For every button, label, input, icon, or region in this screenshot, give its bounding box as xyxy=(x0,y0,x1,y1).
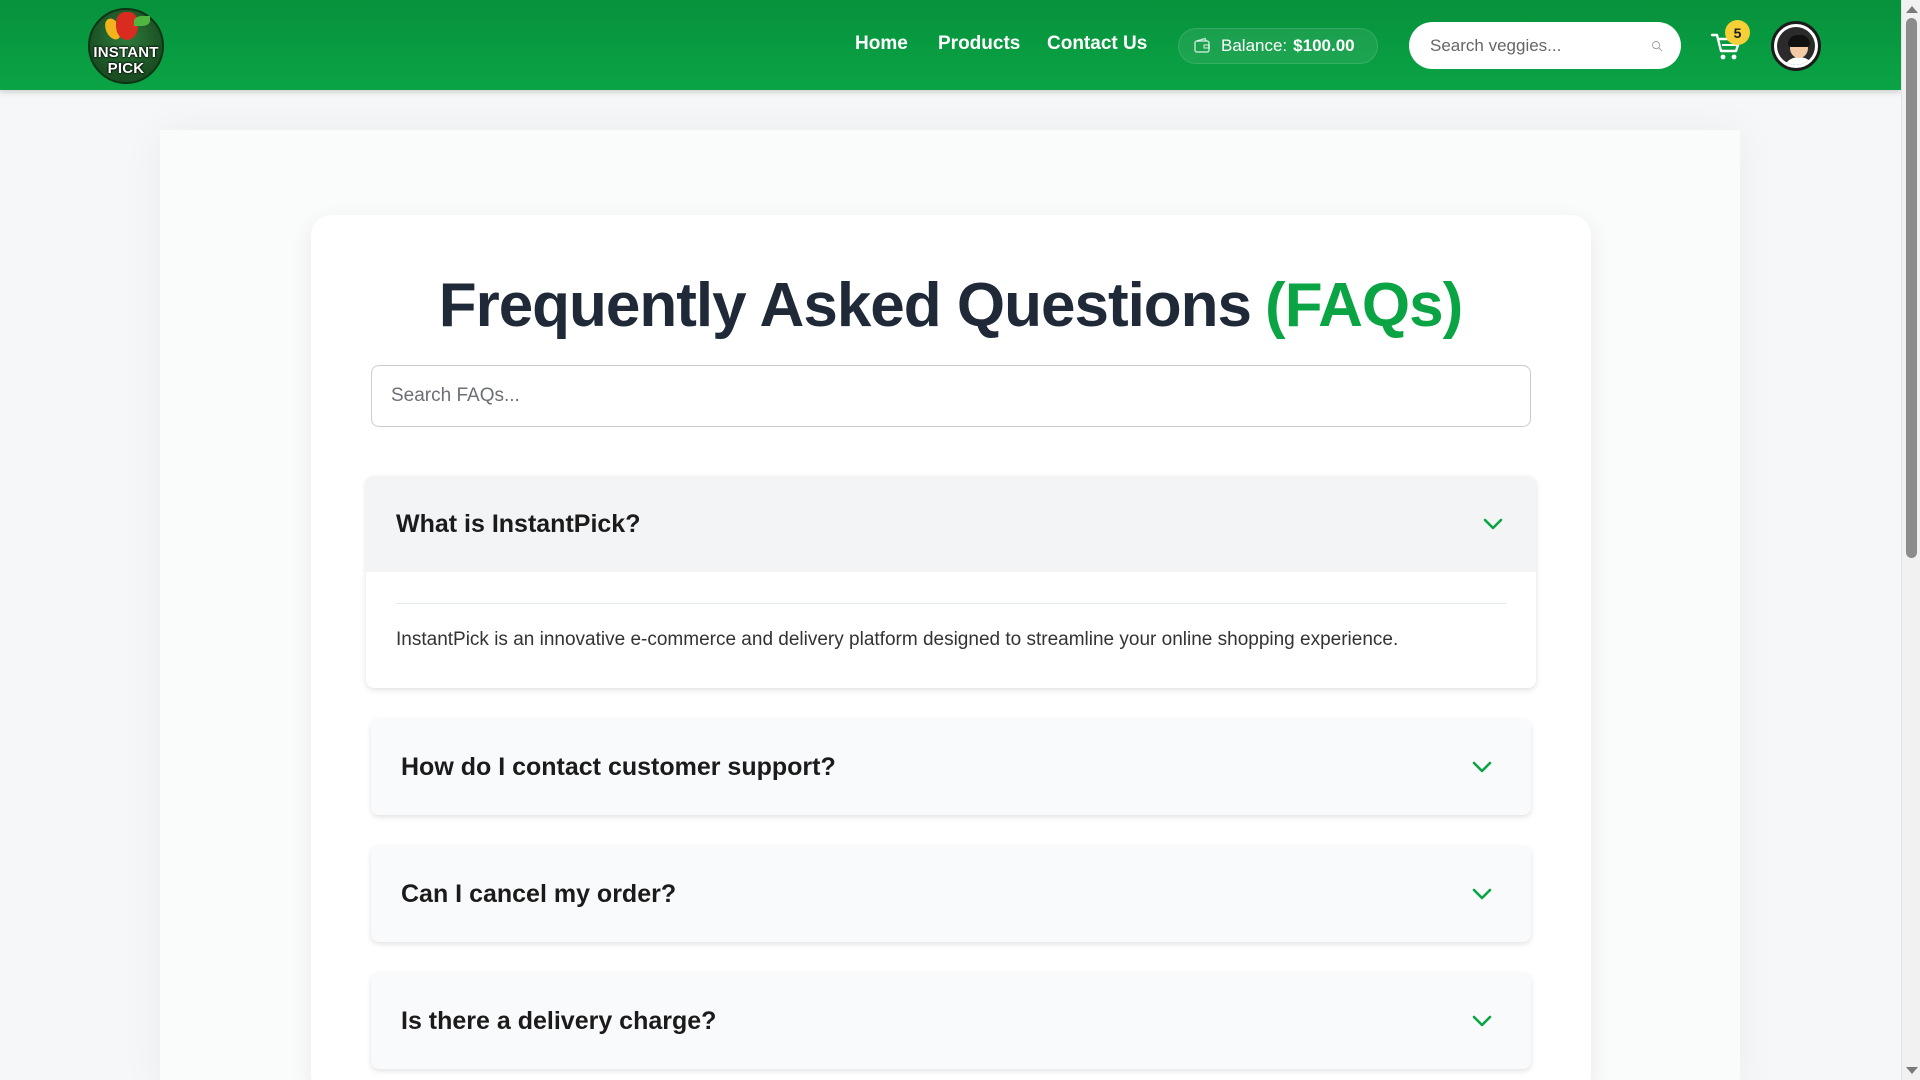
nav-contact-us[interactable]: Contact Us xyxy=(1047,33,1147,55)
search-icon[interactable] xyxy=(1651,36,1663,56)
veggie-search-box xyxy=(1409,22,1681,69)
balance-label: Balance: xyxy=(1221,36,1288,55)
balance-display: Balance: $100.00 xyxy=(1178,28,1378,64)
faq-title-main: Frequently Asked Questions xyxy=(438,271,1252,340)
nav-home[interactable]: Home xyxy=(855,33,908,55)
chevron-down-icon xyxy=(1472,888,1492,900)
faq-search-input[interactable] xyxy=(371,365,1531,427)
faq-question-toggle[interactable]: How do I contact customer support? xyxy=(371,719,1531,815)
wallet-icon xyxy=(1194,37,1210,53)
logo-text-pick: PICK xyxy=(107,60,145,77)
veggie-search-input[interactable] xyxy=(1430,35,1651,56)
faq-answer-divider xyxy=(396,603,1506,604)
faq-question-text: Is there a delivery charge? xyxy=(401,1006,717,1035)
faq-question-text: How do I contact customer support? xyxy=(401,752,836,781)
top-navbar: INSTANT PICK Home Products Contact Us Ba… xyxy=(0,0,1901,90)
faq-question-toggle[interactable]: Is there a delivery charge? xyxy=(371,973,1531,1069)
instantpick-logo[interactable]: INSTANT PICK xyxy=(88,8,164,84)
faq-question-text: Can I cancel my order? xyxy=(401,879,677,908)
faq-item: How do I contact customer support? xyxy=(371,719,1531,815)
faq-item: Is there a delivery charge? xyxy=(371,973,1531,1069)
chevron-down-icon xyxy=(1483,518,1503,530)
faq-answer-text: InstantPick is an innovative e-commerce … xyxy=(396,629,1399,650)
nav-products[interactable]: Products xyxy=(938,33,1020,55)
faq-title-accent: (FAQs) xyxy=(1265,271,1463,340)
faq-page-title: Frequently Asked Questions (FAQs) xyxy=(0,270,1901,341)
cart-count-badge: 5 xyxy=(1725,20,1750,45)
faq-item: What is InstantPick? InstantPick is an i… xyxy=(366,476,1536,688)
scroll-thumb[interactable] xyxy=(1906,18,1917,558)
chevron-down-icon xyxy=(1472,1015,1492,1027)
chevron-down-icon xyxy=(1472,761,1492,773)
faq-question-toggle[interactable]: What is InstantPick? xyxy=(366,476,1536,572)
faq-item: Can I cancel my order? xyxy=(371,846,1531,942)
page-scrollbar[interactable] xyxy=(1901,0,1920,1080)
user-avatar[interactable] xyxy=(1771,21,1821,71)
faq-question-toggle[interactable]: Can I cancel my order? xyxy=(371,846,1531,942)
scroll-up-arrow[interactable] xyxy=(1906,6,1918,13)
balance-amount: $100.00 xyxy=(1293,36,1355,55)
scroll-down-arrow[interactable] xyxy=(1906,1067,1918,1074)
logo-text-instant: INSTANT xyxy=(93,44,159,61)
faq-question-text: What is InstantPick? xyxy=(396,509,641,538)
